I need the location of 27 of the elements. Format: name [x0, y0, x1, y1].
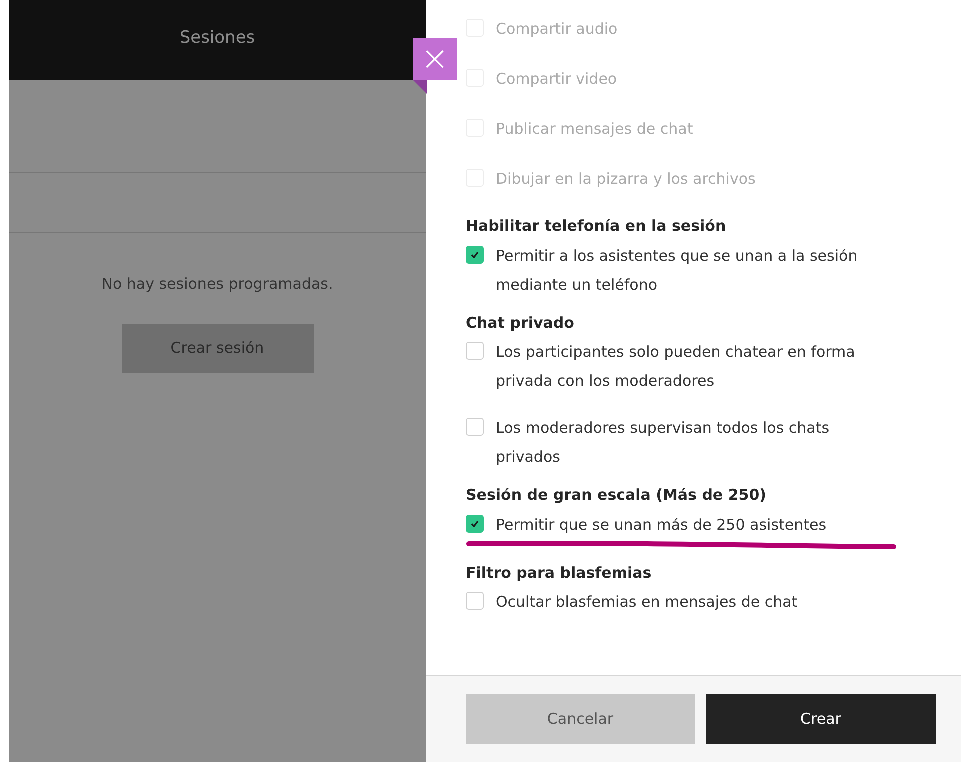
- panel-title: Sesiones: [180, 26, 256, 50]
- option-label: Dibujar en la pizarra y los archivos: [496, 169, 756, 190]
- option-label: Los participantes solo pueden chatear en forma privada con los moderadores: [496, 342, 856, 392]
- option-label: Compartir audio: [496, 19, 618, 40]
- create-session-button[interactable]: Crear sesión: [122, 324, 314, 372]
- check-icon: [470, 518, 480, 528]
- option-label: Ocultar blasfemias en mensajes de chat: [496, 592, 798, 613]
- cancel-button[interactable]: Cancelar: [466, 694, 695, 744]
- empty-message: No hay sesiones programadas.: [102, 274, 334, 295]
- checkbox[interactable]: [466, 592, 484, 610]
- section-heading: Habilitar telefonía en la sesión: [466, 216, 728, 237]
- checkbox[interactable]: [466, 342, 484, 360]
- fold-icon: [413, 80, 427, 94]
- checkbox[interactable]: [466, 418, 484, 436]
- section-heading: Chat privado: [466, 312, 576, 334]
- option-label: Permitir que se unan más de 250 asistentes: [496, 514, 827, 536]
- option-label: Publicar mensajes de chat: [496, 119, 694, 140]
- option-label: Permitir a los asistentes que se unan a la sesión mediante un teléfono: [496, 246, 859, 296]
- checkbox[interactable]: [466, 246, 484, 264]
- option-label: Compartir video: [496, 69, 618, 90]
- checkbox[interactable]: [466, 514, 484, 532]
- section-heading: Filtro para blasfemias: [466, 562, 653, 584]
- section-heading: Sesión de gran escala (Más de 250): [466, 485, 768, 506]
- option-label: Los moderadores supervisan todos los chats privados: [496, 418, 831, 468]
- create-button[interactable]: Crear: [706, 694, 936, 744]
- close-button[interactable]: ×: [413, 38, 457, 80]
- check-icon: [470, 250, 480, 260]
